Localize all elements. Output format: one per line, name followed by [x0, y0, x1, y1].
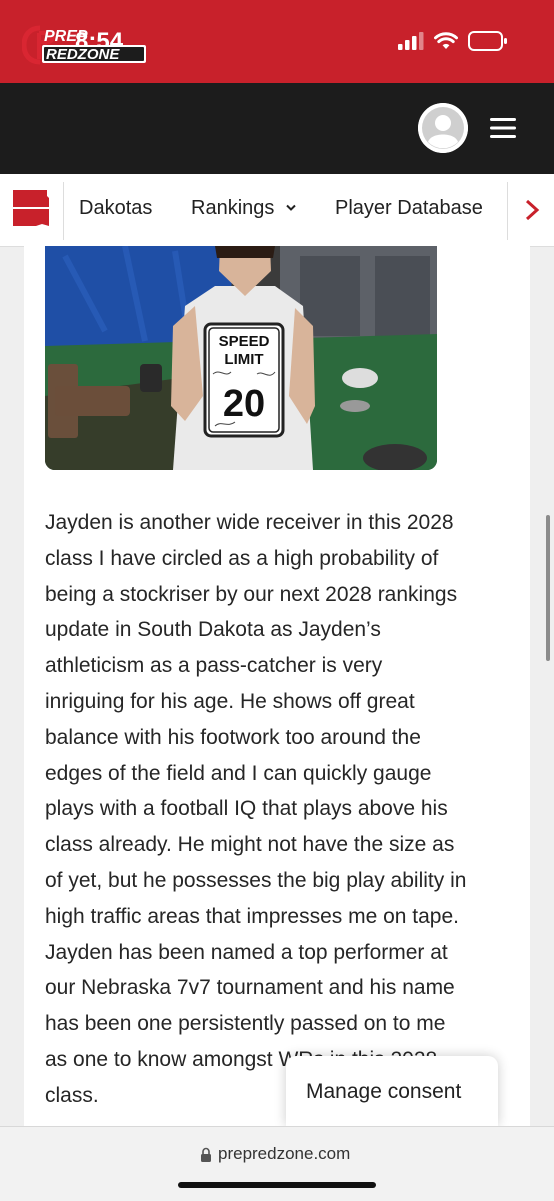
article-line: update in South Dakota as Jayden’s — [45, 618, 381, 642]
article-body: Jayden is another wide receiver in this … — [45, 505, 515, 1114]
sign-number-text: 20 — [223, 383, 265, 425]
article-line: class I have circled as a high probabili… — [45, 546, 439, 570]
logo-text-redzone: REDZONE — [46, 46, 120, 63]
nav-divider-right — [507, 182, 508, 240]
signal-icon — [398, 32, 424, 50]
article-line: Jayden has been named a top performer at — [45, 940, 448, 964]
scrollbar-thumb[interactable] — [546, 515, 550, 661]
article-line: edges of the field and I can quickly gau… — [45, 761, 432, 785]
sign-limit-text: LIMIT — [224, 351, 263, 368]
manage-consent-label: Manage consent — [306, 1080, 462, 1103]
home-indicator[interactable] — [178, 1182, 376, 1188]
chevron-right-icon[interactable] — [523, 199, 541, 221]
article-photo: SPEED LIMIT 20 — [45, 246, 437, 470]
status-icons — [398, 31, 508, 51]
hamburger-menu-icon[interactable] — [490, 118, 516, 138]
nav-divider — [63, 182, 64, 240]
nav-item-rankings[interactable]: Rankings — [191, 197, 296, 220]
site-header — [0, 83, 554, 174]
article-line: athleticism as a pass-catcher is very — [45, 654, 383, 678]
chevron-down-icon — [286, 204, 296, 211]
article-line: inriguing for his age. He shows off grea… — [45, 689, 415, 713]
nav-item-player-database[interactable]: Player Database — [335, 197, 483, 220]
nav-item-dakotas[interactable]: Dakotas — [79, 197, 152, 220]
user-avatar-icon[interactable] — [418, 103, 468, 153]
article-line: our Nebraska 7v7 tournament and his name — [45, 976, 455, 1000]
article-line: balance with his footwork too around the — [45, 725, 421, 749]
south-dakota-state-icon[interactable] — [12, 188, 50, 228]
article-line: plays with a football IQ that plays abov… — [45, 797, 448, 821]
nav-item-rankings-label: Rankings — [191, 197, 275, 219]
sign-speed-text: SPEED — [219, 333, 270, 350]
article-line: being a stockriser by our next 2028 rank… — [45, 582, 458, 606]
wifi-icon — [434, 32, 458, 49]
lock-icon — [201, 1147, 211, 1162]
article-line: Jayden is another wide receiver in this … — [45, 511, 454, 534]
logo-text-prep: PREP — [44, 28, 88, 45]
article-line: has been one persistently passed on to m… — [45, 1012, 446, 1036]
battery-icon — [468, 31, 507, 51]
article-line: high traffic areas that impresses me on … — [45, 904, 459, 928]
article-line: class already. He might not have the siz… — [45, 833, 455, 857]
prep-redzone-logo[interactable]: PREP REDZONE — [22, 24, 148, 66]
url-text[interactable]: prepredzone.com — [218, 1144, 350, 1164]
article-line: of yet, but he possesses the big play ab… — [45, 868, 467, 892]
